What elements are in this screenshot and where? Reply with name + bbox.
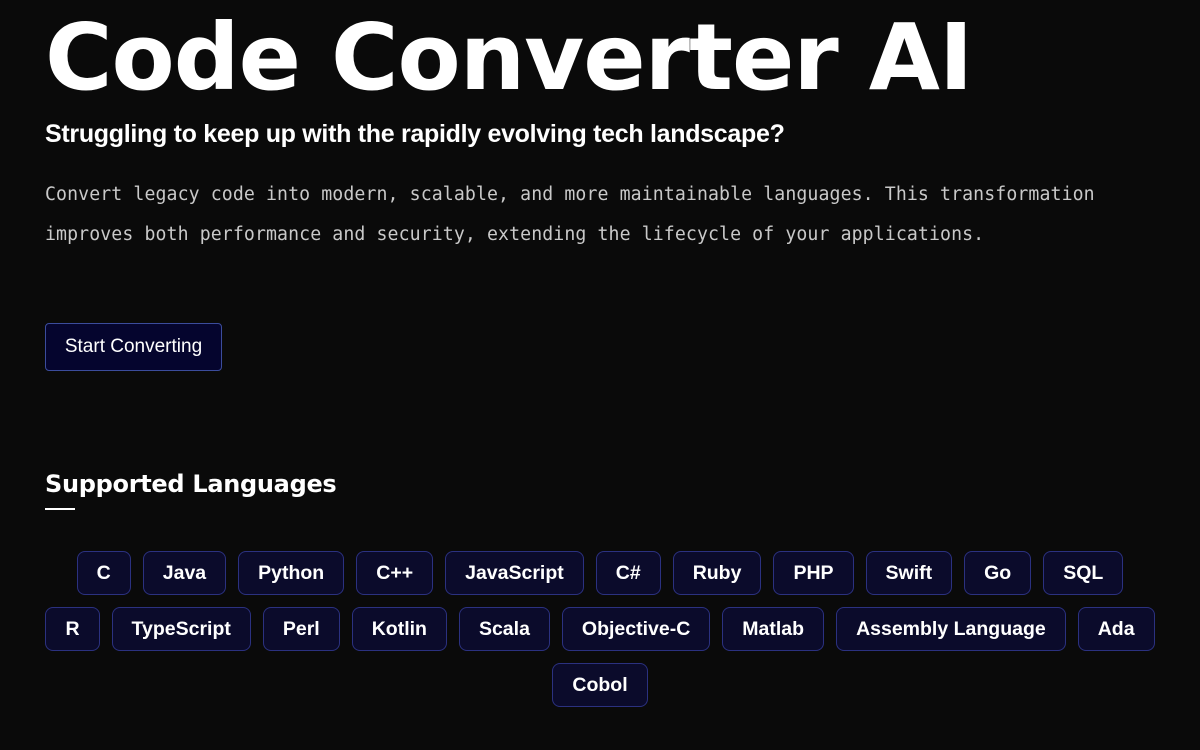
language-chip-go[interactable]: Go [964,551,1032,595]
hero-description: Convert legacy code into modern, scalabl… [45,184,1095,245]
language-chip-perl[interactable]: Perl [262,607,340,651]
language-chip-python[interactable]: Python [238,551,345,595]
language-chip-php[interactable]: PHP [773,551,854,595]
language-chip-javascript[interactable]: JavaScript [445,551,584,595]
heading-underline [45,508,75,510]
language-chip-csharp[interactable]: C# [595,551,661,595]
language-chip-ruby[interactable]: Ruby [672,551,762,595]
language-chip-swift[interactable]: Swift [865,551,953,595]
language-chip-objective-c[interactable]: Objective-C [561,607,711,651]
supported-languages-heading: Supported Languages [45,470,337,498]
language-chip-ada[interactable]: Ada [1077,607,1155,651]
language-chip-c[interactable]: C [76,551,131,595]
language-chip-matlab[interactable]: Matlab [722,607,825,651]
page-title: Code Converter AI [45,4,973,111]
start-converting-button[interactable]: Start Converting [45,323,222,371]
language-chip-cpp[interactable]: C++ [356,551,434,595]
language-chip-list: C Java Python C++ JavaScript C# Ruby PHP… [45,551,1155,707]
language-chip-assembly[interactable]: Assembly Language [836,607,1066,651]
hero-subtitle: Struggling to keep up with the rapidly e… [45,120,785,148]
language-chip-java[interactable]: Java [142,551,227,595]
language-chip-kotlin[interactable]: Kotlin [351,607,447,651]
language-chip-sql[interactable]: SQL [1043,551,1124,595]
language-chip-scala[interactable]: Scala [458,607,550,651]
language-chip-typescript[interactable]: TypeScript [111,607,251,651]
language-chip-r[interactable]: R [45,607,100,651]
language-chip-cobol[interactable]: Cobol [552,663,648,707]
